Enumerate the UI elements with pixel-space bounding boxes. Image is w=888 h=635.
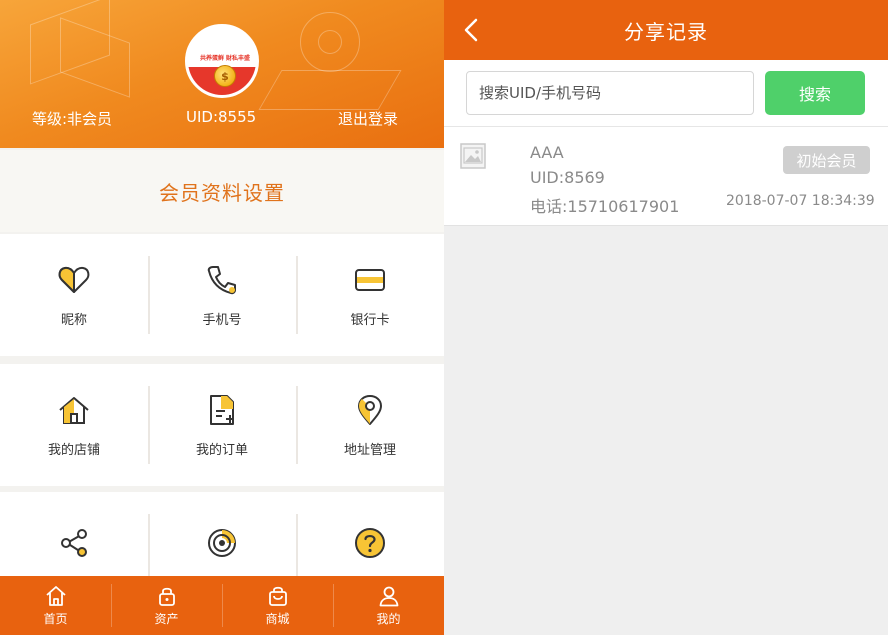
settings-row: 昵称 手机号 银行卡 (0, 234, 444, 356)
record-uid: UID:8569 (530, 168, 605, 187)
bottom-tab-bar: 首页 资产 商城 我的 (0, 576, 444, 635)
avatar-slogan: 共养蛋鲜 财私丰盛 (199, 55, 251, 62)
bag-icon (268, 586, 287, 606)
page-title: 分享记录 (624, 19, 708, 44)
decor-globe (318, 30, 342, 54)
member-panel: 共养蛋鲜 财私丰盛 $ 等级:非会员 UID:8555 退出登录 会员资料设置 … (0, 0, 444, 635)
tab-mall[interactable]: 商城 (222, 576, 333, 635)
settings-row: 我的店铺 我的订单 地址管理 (0, 364, 444, 486)
nickname-item[interactable]: 昵称 (0, 234, 148, 356)
member-uid: UID:8555 (186, 108, 257, 126)
share-icon (61, 529, 87, 557)
record-phone: 电话:15710617901 (530, 197, 680, 216)
user-icon (379, 586, 398, 607)
phone-label: 手机号 (202, 312, 242, 328)
phone-icon (207, 265, 236, 294)
address-item[interactable]: 地址管理 (296, 364, 444, 486)
my-orders-label: 我的订单 (195, 442, 248, 458)
decor-platform (258, 70, 402, 110)
my-orders-item[interactable]: 我的订单 (148, 364, 296, 486)
member-header: 共养蛋鲜 财私丰盛 $ 等级:非会员 UID:8555 退出登录 (0, 0, 444, 148)
tab-mall-label: 商城 (265, 612, 290, 626)
coin-icon: $ (214, 65, 236, 87)
section-title: 会员资料设置 (0, 150, 444, 232)
nav-bar: 分享记录 (444, 0, 888, 60)
list-item[interactable]: AAA UID:8569 电话:15710617901 初始会员 2018-07… (444, 126, 888, 226)
phone-item[interactable]: 手机号 (148, 234, 296, 356)
home-tab-icon (45, 586, 66, 606)
spiral-icon (208, 529, 236, 557)
tab-home-label: 首页 (43, 612, 68, 626)
section-title-text: 会员资料设置 (159, 180, 285, 205)
bank-card-item[interactable]: 银行卡 (296, 234, 444, 356)
bank-card-label: 银行卡 (350, 312, 390, 328)
nickname-label: 昵称 (60, 312, 87, 328)
lock-icon (158, 587, 175, 606)
logout-button[interactable]: 退出登录 (338, 108, 398, 129)
member-level: 等级:非会员 (32, 110, 113, 128)
image-placeholder-icon (460, 143, 486, 169)
record-timestamp: 2018-07-07 18:34:39 (726, 193, 875, 209)
search-button[interactable]: 搜索 (765, 71, 865, 115)
order-icon (210, 394, 234, 425)
help-icon (355, 528, 385, 558)
share-records-panel: 分享记录 搜索 AAA UID:8569 电话:15710617901 初始会员… (444, 0, 888, 635)
home-icon (59, 396, 89, 424)
address-label: 地址管理 (343, 442, 396, 458)
status-badge: 初始会员 (783, 146, 870, 174)
my-store-item[interactable]: 我的店铺 (0, 364, 148, 486)
tab-assets[interactable]: 资产 (111, 576, 222, 635)
tab-mine[interactable]: 我的 (333, 576, 444, 635)
search-bar: 搜索 (444, 60, 888, 126)
back-arrow-icon[interactable] (456, 14, 486, 46)
record-name: AAA (530, 143, 564, 162)
my-store-label: 我的店铺 (47, 442, 100, 458)
heart-icon (58, 266, 90, 293)
tab-mine-label: 我的 (376, 612, 401, 626)
decor-cube (60, 17, 130, 98)
tab-assets-label: 资产 (154, 612, 179, 626)
search-input[interactable] (466, 71, 754, 115)
bank-card-icon (355, 268, 385, 291)
tab-home[interactable]: 首页 (0, 576, 111, 635)
location-icon (358, 394, 382, 425)
avatar[interactable]: 共养蛋鲜 财私丰盛 $ (185, 24, 259, 98)
